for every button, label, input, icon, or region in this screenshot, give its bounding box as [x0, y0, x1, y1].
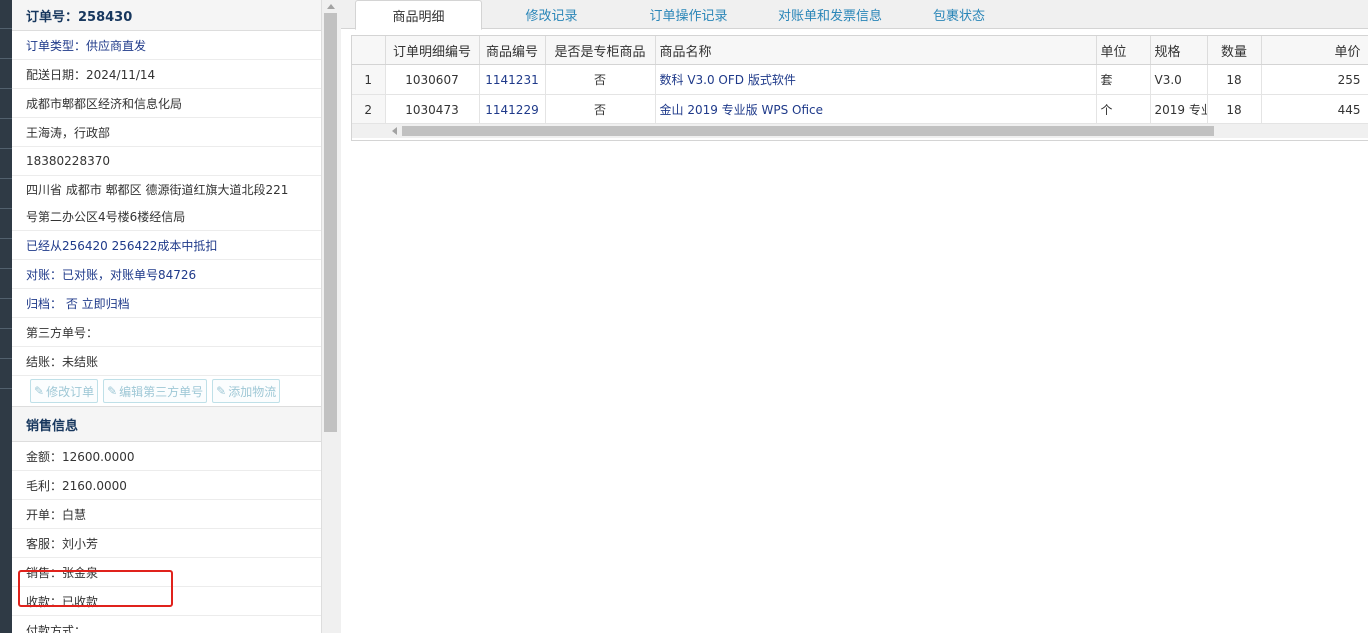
detail-panel: 商品明细 修改记录 订单操作记录 对账单和发票信息 包裹状态 订单明细编号 商品编号 是否是… [341, 0, 1368, 633]
payment-status-highlight [18, 570, 173, 607]
row-number: 2 [352, 94, 386, 125]
product-name-link[interactable]: 金山 2019 专业版 WPS Ofice [655, 94, 1097, 125]
grid-scroll-thumb[interactable] [402, 126, 1214, 136]
order-info-row: 18380228370 [12, 147, 321, 176]
order-action-buttons: ✎ 修改订单 ✎ 编辑第三方单号 ✎ 添加物流 [12, 376, 321, 407]
order-info-row[interactable]: 归档： 否 立即归档 [12, 289, 321, 318]
order-info-row: 第三方单号： [12, 318, 321, 347]
table-row[interactable]: 1 1030607 1141231 否数科 V3.0 OFD 版式软件套 V3.0 18 2… [352, 64, 1368, 95]
order-info-row[interactable]: 对账：已对账，对账单号84726 [12, 260, 321, 289]
table-cell: 套 [1096, 64, 1151, 95]
table-cell: 445 [1261, 94, 1368, 125]
column-header[interactable]: 单位 [1096, 36, 1151, 65]
table-cell: 1030607 [385, 64, 480, 95]
table-cell: 18 [1207, 64, 1262, 95]
column-header[interactable]: 订单明细编号 [385, 36, 480, 65]
column-header[interactable]: 数量 [1207, 36, 1262, 65]
product-name-link[interactable]: 数科 V3.0 OFD 版式软件 [655, 64, 1097, 95]
tab-3[interactable]: 对账单和发票信息 [755, 0, 905, 28]
table-cell: 18 [1207, 94, 1262, 125]
order-info-row: 成都市郫都区经济和信息化局 [12, 89, 321, 118]
order-info-row: 结账：未结账 [12, 347, 321, 376]
table-row[interactable]: 2 1030473 1141229 否金山 2019 专业版 WPS Ofice 个 20… [352, 94, 1368, 125]
order-info-panel: 订单号：258430 订单类型：供应商直发 配送日期：2024/11/14 成都市郫… [12, 0, 322, 633]
button-label: 添加物流 [228, 384, 277, 399]
order-info-row: 四川省 成都市 郫都区 德源街道红旗大道北段221 [26, 183, 289, 197]
button-label: 编辑第三方单号 [119, 384, 204, 399]
edit-icon: ✎ [107, 384, 118, 398]
column-header[interactable]: 商品编号 [479, 36, 546, 65]
sales-info-row: 开单：白慧 [12, 500, 321, 529]
order-info-row: 号第二办公区4号楼6楼经信局 [12, 203, 321, 231]
scroll-up-arrow-icon[interactable] [327, 4, 335, 9]
table-cell: 1030473 [385, 94, 480, 125]
sales-info-title: 销售信息 [12, 407, 321, 442]
order-info-row: 配送日期：2024/11/14 [12, 60, 321, 89]
sales-info-row: 金额：12600.0000 [12, 442, 321, 471]
edit-icon: ✎ [216, 384, 227, 398]
column-header[interactable]: 商品名称 [655, 36, 1097, 65]
sales-info-row: 客服：刘小芳 [12, 529, 321, 558]
table-cell: 否 [545, 94, 656, 125]
button-label: 修改订单 [46, 384, 95, 399]
order-info-row[interactable]: 已经从256420 256422成本中抵扣 [12, 231, 321, 260]
edit-third-party-number-button[interactable]: ✎ 编辑第三方单号 [103, 379, 208, 403]
left-panel-scrollbar[interactable] [321, 0, 341, 633]
detail-tabs: 商品明细 修改记录 订单操作记录 对账单和发票信息 包裹状态 [341, 0, 1368, 30]
order-info-row[interactable]: 订单类型：供应商直发 [12, 31, 321, 60]
scrollbar-thumb[interactable] [324, 13, 337, 432]
row-number-header [352, 36, 386, 65]
sales-info-row: 毛利：2160.0000 [12, 471, 321, 500]
product-id-link[interactable]: 1141231 [479, 64, 546, 95]
tab-2[interactable]: 订单操作记录 [626, 0, 751, 28]
left-dark-strip [0, 0, 12, 633]
table-cell: 255 [1261, 64, 1368, 95]
grid-horizontal-scrollbar[interactable] [352, 123, 1368, 138]
scroll-left-arrow-icon[interactable] [392, 127, 397, 135]
row-number: 1 [352, 64, 386, 95]
column-header[interactable]: 单价 [1261, 36, 1368, 65]
tab-0[interactable]: 商品明细 [355, 0, 482, 30]
add-logistics-button[interactable]: ✎ 添加物流 [212, 379, 281, 403]
tab-1[interactable]: 修改记录 [489, 0, 614, 28]
table-cell: 个 [1096, 94, 1151, 125]
order-info-list: 订单类型：供应商直发 配送日期：2024/11/14 成都市郫都区经济和信息化局 王海… [12, 31, 321, 376]
table-cell: V3.0 [1150, 64, 1208, 95]
order-info-row: 王海涛，行政部 [12, 118, 321, 147]
table-cell: 否 [545, 64, 656, 95]
product-id-link[interactable]: 1141229 [479, 94, 546, 125]
order-number-title: 订单号：258430 [12, 0, 321, 31]
edit-order-button[interactable]: ✎ 修改订单 [30, 379, 99, 403]
edit-icon: ✎ [34, 384, 45, 398]
column-header[interactable]: 是否是专柜商品 [545, 36, 656, 65]
column-header[interactable]: 规格 [1150, 36, 1208, 65]
product-grid: 订单明细编号 商品编号 是否是专柜商品 商品名称 单位 规格 数量 单价 1 1030607 11… [351, 35, 1368, 141]
tab-4[interactable]: 包裹状态 [909, 0, 1009, 28]
sales-info-row: 付款方式： [12, 616, 321, 633]
table-cell: 2019 专业 [1150, 94, 1208, 125]
